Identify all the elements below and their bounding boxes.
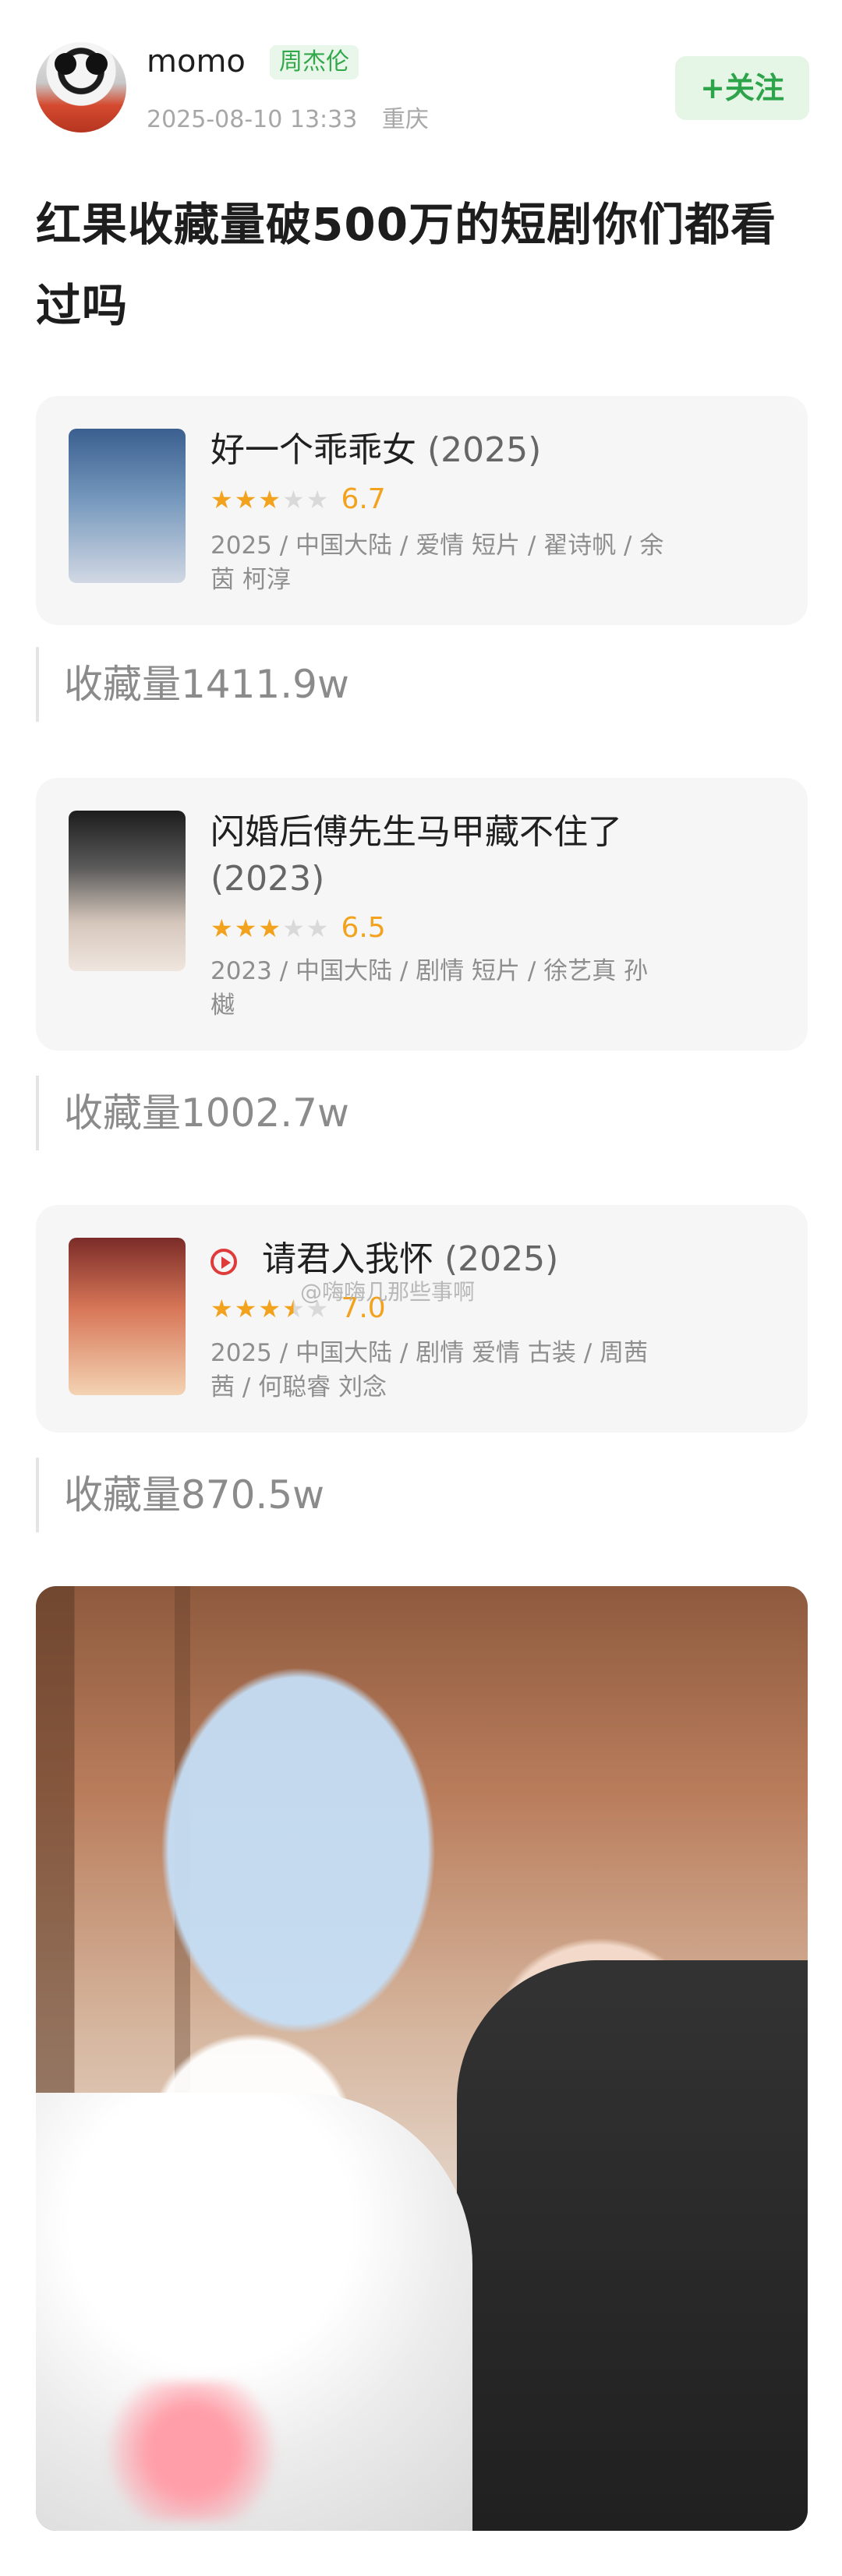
verified-tag: 周杰伦: [270, 45, 359, 80]
star-icon: ★: [210, 1293, 233, 1323]
star-icon: ★: [234, 484, 257, 514]
rating-row: ★ ★ ★ ★ ★ 6.5: [210, 912, 386, 944]
star-icon: ★: [306, 913, 329, 943]
rating-stars: ★ ★ ★ ★ ★: [210, 916, 328, 941]
drama-info: 2023 / 中国大陆 / 剧情 短片 / 徐艺真 孙樾: [210, 957, 649, 1019]
star-icon: ★: [282, 913, 305, 943]
follow-button[interactable]: +关注: [675, 56, 809, 120]
star-icon: ★: [258, 913, 281, 943]
poster-image: [69, 429, 186, 583]
star-icon: ★: [306, 484, 329, 514]
drama-card[interactable]: 好一个乖乖女 (2025) ★ ★ ★ ★ ★ 6.7 2025 / 中国大陆 …: [36, 396, 808, 625]
drama-name: 好一个乖乖女: [210, 430, 416, 470]
avatar-ear: [86, 53, 108, 75]
avatar-ear: [55, 53, 76, 75]
post-location: 重庆: [381, 106, 429, 133]
play-icon: [210, 1249, 237, 1275]
drama-info: 2025 / 中国大陆 / 剧情 爱情 古装 / 周茜茜 / 何聪睿 刘念: [210, 1339, 649, 1401]
username[interactable]: momo: [147, 44, 246, 80]
post-header: momo 周杰伦 2025-08-10 13:33 重庆 +关注: [0, 0, 842, 164]
favorites-count: 收藏量1411.9w: [36, 647, 349, 722]
star-icon: ★: [282, 484, 305, 514]
star-icon: ★: [210, 484, 233, 514]
post-title: 红果收藏量破500万的短剧你们都看过吗: [36, 198, 777, 332]
rating-row: ★ ★ ★ ★ ★ 6.7: [210, 483, 386, 515]
drama-card[interactable]: 请君入我怀 (2025) ★ ★ ★ ★ ★ 7.0 2025 / 中国大陆 /…: [36, 1205, 808, 1433]
drama-name: 请君入我怀: [262, 1239, 433, 1279]
drama-year: (2025): [444, 1239, 559, 1279]
drama-info: 2025 / 中国大陆 / 爱情 短片 / 翟诗帆 / 余茵 柯淳: [210, 532, 664, 594]
photo-dark-robe: [457, 1960, 808, 2531]
rating-stars: ★ ★ ★ ★ ★: [210, 487, 328, 512]
rating-score: 6.7: [341, 483, 386, 515]
poster-image: [69, 811, 186, 971]
star-icon: ★: [234, 1293, 257, 1323]
drama-title: 闪婚后傅先生马甲藏不住了 (2023): [210, 809, 632, 903]
post-photo[interactable]: [36, 1586, 808, 2531]
star-icon: ★: [258, 1293, 281, 1323]
post-time: 2025-08-10 13:33: [147, 106, 358, 133]
drama-year: (2023): [210, 859, 325, 899]
favorites-count: 收藏量870.5w: [36, 1458, 324, 1532]
drama-title: 好一个乖乖女 (2025): [210, 427, 541, 474]
star-icon: ★: [258, 484, 281, 514]
watermark: @嗨嗨几那些事啊: [300, 1279, 476, 1305]
drama-card[interactable]: 闪婚后傅先生马甲藏不住了 (2023) ★ ★ ★ ★ ★ 6.5 2023 /…: [36, 778, 808, 1051]
favorites-count: 收藏量1002.7w: [36, 1076, 349, 1150]
photo-foreground-flower: [90, 2381, 293, 2521]
star-icon: ★: [234, 913, 257, 943]
drama-name: 闪婚后傅先生马甲藏不住了: [210, 812, 622, 852]
poster-image: [69, 1238, 186, 1395]
rating-score: 6.5: [341, 912, 386, 944]
avatar[interactable]: [36, 42, 126, 133]
drama-year: (2025): [427, 430, 542, 470]
star-icon: ★: [210, 913, 233, 943]
post-meta: 2025-08-10 13:33 重庆: [147, 100, 446, 134]
